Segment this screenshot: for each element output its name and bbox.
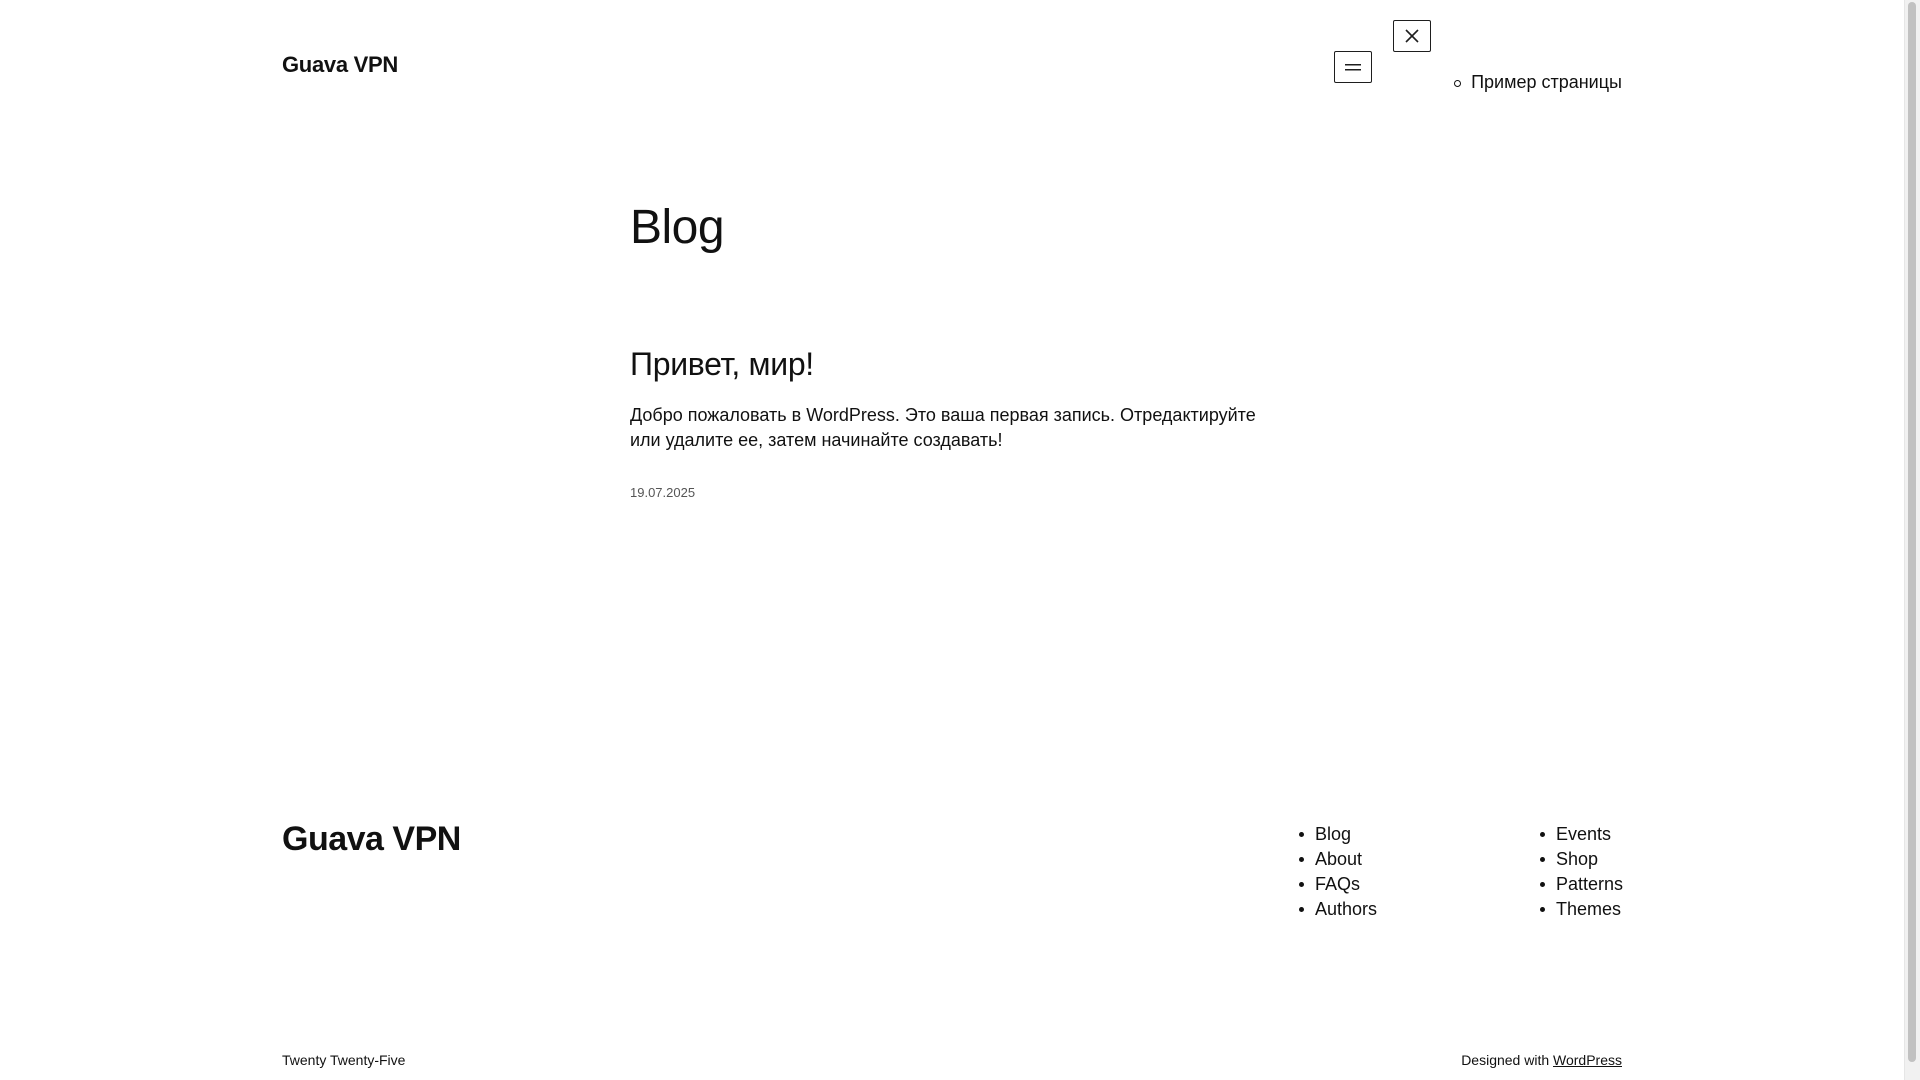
page-title: Blog — [630, 201, 725, 254]
footer-nav-item: Blog — [1298, 822, 1377, 847]
footer-link-patterns[interactable]: Patterns — [1556, 874, 1623, 894]
footer-link-blog[interactable]: Blog — [1315, 824, 1351, 844]
footer-nav-item: Events — [1539, 822, 1623, 847]
scrollbar-thumb[interactable] — [1908, 2, 1916, 1062]
theme-credit: Twenty Twenty-Five — [282, 1052, 406, 1068]
designed-with-text: Designed with — [1461, 1052, 1550, 1068]
site-title-link[interactable]: Guava VPN — [282, 52, 398, 78]
footer-link-about[interactable]: About — [1315, 849, 1362, 869]
footer-nav-item: Themes — [1539, 897, 1623, 922]
hamburger-icon — [1345, 64, 1361, 71]
menu-open-button[interactable] — [1334, 51, 1372, 83]
footer-nav-item: Patterns — [1539, 872, 1623, 897]
footer-nav-item: Shop — [1539, 847, 1623, 872]
footer-nav-item: About — [1298, 847, 1377, 872]
post-date-link[interactable]: 19.07.2025 — [630, 485, 695, 500]
header-navigation: Пример страницы — [1454, 72, 1622, 93]
footer-nav-column-2: Events Shop Patterns Themes — [1539, 822, 1623, 922]
footer-link-authors[interactable]: Authors — [1315, 899, 1377, 919]
footer-link-themes[interactable]: Themes — [1556, 899, 1621, 919]
footer-nav-item: Authors — [1298, 897, 1377, 922]
footer-link-shop[interactable]: Shop — [1556, 849, 1598, 869]
footer-link-faqs[interactable]: FAQs — [1315, 874, 1360, 894]
menu-close-button[interactable] — [1393, 20, 1431, 52]
footer-site-title-link[interactable]: Guava VPN — [282, 820, 461, 859]
footer-nav-item: FAQs — [1298, 872, 1377, 897]
designed-with-credit: Designed with WordPress — [1461, 1052, 1622, 1068]
footer-nav-column-1: Blog About FAQs Authors — [1298, 822, 1377, 922]
nav-link-sample-page[interactable]: Пример страницы — [1471, 72, 1622, 92]
close-icon — [1405, 29, 1419, 43]
post-excerpt: Добро пожаловать в WordPress. Это ваша п… — [630, 405, 1256, 450]
wordpress-link[interactable]: WordPress — [1553, 1052, 1622, 1068]
footer-link-events[interactable]: Events — [1556, 824, 1611, 844]
post-title: Привет, мир! — [630, 346, 814, 383]
header-nav-item: Пример страницы — [1454, 72, 1622, 93]
post-title-link[interactable]: Привет, мир! — [630, 346, 814, 382]
vertical-scrollbar[interactable] — [1904, 0, 1920, 1080]
post-date: 19.07.2025 — [630, 485, 695, 500]
page: Guava VPN Пример страницы Blog Привет, м… — [0, 0, 1905, 1080]
